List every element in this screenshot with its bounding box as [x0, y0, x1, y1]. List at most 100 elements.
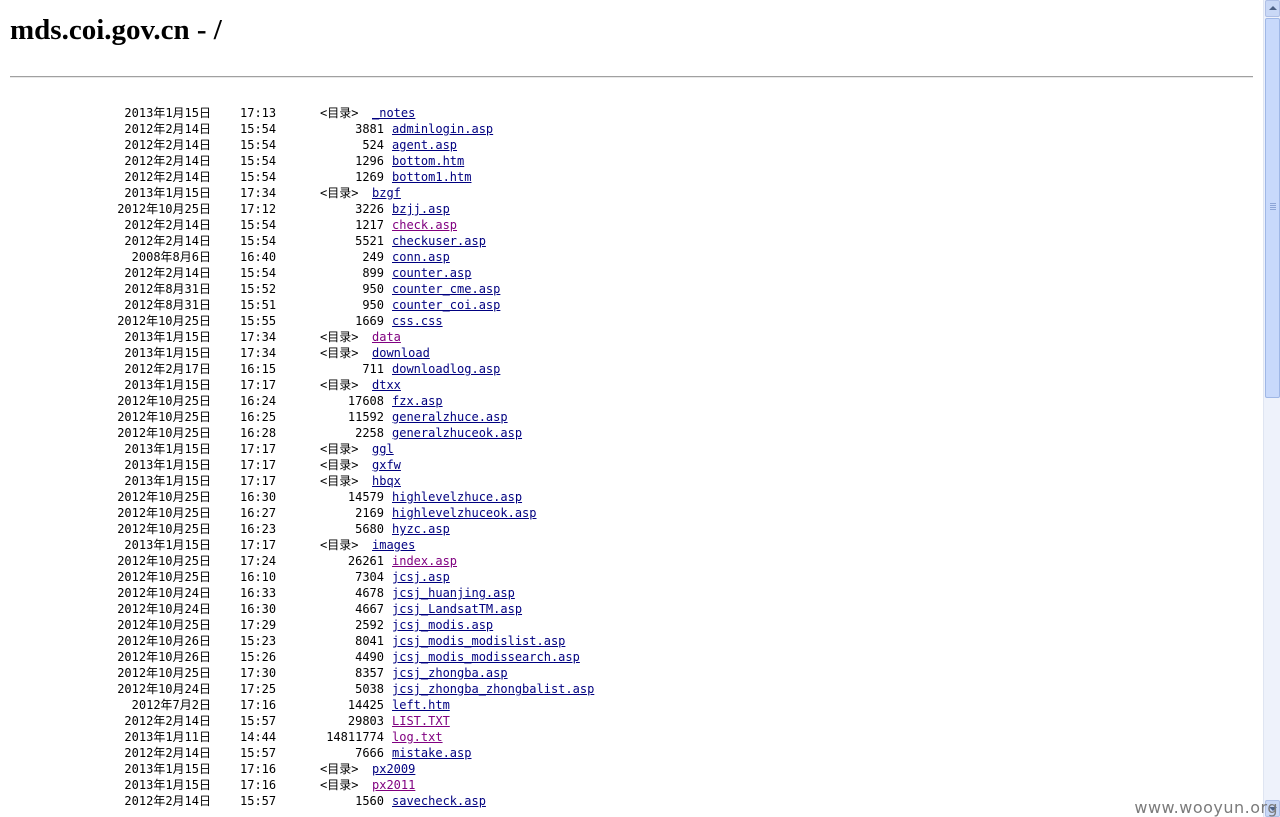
file-link[interactable]: jcsj_modis_modislist.asp: [392, 634, 565, 648]
file-link[interactable]: jcsj_zhongba.asp: [392, 666, 508, 680]
entry-date: 2012年10月25日: [117, 410, 211, 424]
entry-time: 16:28: [240, 426, 277, 440]
entry-name-cell: jcsj_zhongba_zhongbalist.asp: [392, 681, 594, 697]
entry-date: 2012年8月31日: [124, 282, 211, 296]
file-link[interactable]: agent.asp: [392, 138, 457, 152]
listing-row: 2012年10月25日 17:24 26261 index.asp: [0, 553, 1263, 569]
file-link[interactable]: generalzhuceok.asp: [392, 426, 522, 440]
entry-date: 2012年2月14日: [124, 154, 211, 168]
listing-row: 2012年10月26日 15:23 8041 jcsj_modis_modislist…: [0, 633, 1263, 649]
file-link[interactable]: bottom.htm: [392, 154, 464, 168]
file-link[interactable]: downloadlog.asp: [392, 362, 500, 376]
file-link[interactable]: index.asp: [392, 554, 457, 568]
file-link[interactable]: bottom1.htm: [392, 170, 471, 184]
listing-row: 2012年10月25日 17:30 8357 jcsj_zhongba.asp: [0, 665, 1263, 681]
file-link[interactable]: highlevelzhuce.asp: [392, 490, 522, 504]
file-link[interactable]: css.css: [392, 314, 443, 328]
directory-listing: 2013年1月15日 17:13 <目录> _notes 2012年2月14日 15:54…: [0, 105, 1263, 809]
file-link[interactable]: check.asp: [392, 218, 457, 232]
entry-name-cell: jcsj_modis_modissearch.asp: [392, 649, 580, 665]
entry-date: 2013年1月15日: [124, 346, 211, 360]
entry-time: 17:17: [240, 458, 277, 472]
entry-size: 950: [362, 298, 384, 312]
file-link[interactable]: highlevelzhuceok.asp: [392, 506, 537, 520]
file-link[interactable]: jcsj_modis.asp: [392, 618, 493, 632]
file-link[interactable]: checkuser.asp: [392, 234, 486, 248]
vertical-scrollbar[interactable]: [1263, 0, 1280, 817]
file-link[interactable]: counter.asp: [392, 266, 471, 280]
directory-link[interactable]: images: [372, 538, 415, 552]
listing-row: 2012年10月25日 16:23 5680 hyzc.asp: [0, 521, 1263, 537]
file-link[interactable]: adminlogin.asp: [392, 122, 493, 136]
entry-name-cell: jcsj_zhongba.asp: [392, 665, 508, 681]
directory-link[interactable]: hbqx: [372, 474, 401, 488]
entry-name-cell: downloadlog.asp: [392, 361, 500, 377]
entry-date: 2013年1月11日: [124, 730, 211, 744]
directory-link[interactable]: px2009: [372, 762, 415, 776]
entry-name-cell: counter_cme.asp: [392, 281, 500, 297]
directory-tag: <目录>: [320, 330, 359, 344]
file-link[interactable]: bzjj.asp: [392, 202, 450, 216]
listing-row: 2012年8月31日 15:51 950 counter_coi.asp: [0, 297, 1263, 313]
file-link[interactable]: jcsj.asp: [392, 570, 450, 584]
entry-name-cell: counter.asp: [392, 265, 471, 281]
file-link[interactable]: generalzhuce.asp: [392, 410, 508, 424]
listing-row: 2012年8月31日 15:52 950 counter_cme.asp: [0, 281, 1263, 297]
scrollbar-thumb[interactable]: [1265, 18, 1280, 398]
file-link[interactable]: jcsj_modis_modissearch.asp: [392, 650, 580, 664]
directory-link[interactable]: bzgf: [372, 186, 401, 200]
directory-link[interactable]: ggl: [372, 442, 394, 456]
listing-row: 2013年1月15日 17:17 <目录> ggl: [0, 441, 1263, 457]
entry-date: 2012年10月25日: [117, 394, 211, 408]
file-link[interactable]: counter_coi.asp: [392, 298, 500, 312]
watermark: www.wooyun.org: [1134, 798, 1278, 817]
file-link[interactable]: hyzc.asp: [392, 522, 450, 536]
entry-size: 5680: [355, 522, 384, 536]
directory-link[interactable]: gxfw: [372, 458, 401, 472]
entry-time: 17:34: [240, 330, 277, 344]
entry-date: 2012年10月25日: [117, 506, 211, 520]
directory-link[interactable]: px2011: [372, 778, 415, 792]
listing-row: 2012年2月17日 16:15 711 downloadlog.asp: [0, 361, 1263, 377]
listing-row: 2012年10月25日 16:30 14579 highlevelzhuce.asp: [0, 489, 1263, 505]
entry-name-cell: mistake.asp: [392, 745, 471, 761]
file-link[interactable]: jcsj_LandsatTM.asp: [392, 602, 522, 616]
directory-link[interactable]: _notes: [372, 106, 415, 120]
entry-size: 4667: [355, 602, 384, 616]
entry-size: 1296: [355, 154, 384, 168]
entry-name-cell: conn.asp: [392, 249, 450, 265]
file-link[interactable]: left.htm: [392, 698, 450, 712]
directory-tag: <目录>: [320, 346, 359, 360]
file-link[interactable]: counter_cme.asp: [392, 282, 500, 296]
entry-time: 15:54: [240, 122, 277, 136]
entry-size: 14425: [347, 698, 384, 712]
entry-name-cell: bzjj.asp: [392, 201, 450, 217]
directory-link[interactable]: data: [372, 330, 401, 344]
file-link[interactable]: mistake.asp: [392, 746, 471, 760]
listing-row: 2012年2月14日 15:57 1560 savecheck.asp: [0, 793, 1263, 809]
entry-size: 1269: [355, 170, 384, 184]
entry-date: 2012年2月14日: [124, 170, 211, 184]
entry-size: 5038: [355, 682, 384, 696]
file-link[interactable]: fzx.asp: [392, 394, 443, 408]
file-link[interactable]: log.txt: [392, 730, 443, 744]
scroll-up-arrow-icon[interactable]: [1265, 0, 1280, 17]
directory-link[interactable]: dtxx: [372, 378, 401, 392]
entry-time: 16:15: [240, 362, 277, 376]
file-link[interactable]: conn.asp: [392, 250, 450, 264]
directory-link[interactable]: download: [372, 346, 430, 360]
file-link[interactable]: jcsj_huanjing.asp: [392, 586, 515, 600]
listing-row: 2013年1月15日 17:34 <目录> download: [0, 345, 1263, 361]
file-link[interactable]: LIST.TXT: [392, 714, 450, 728]
entry-name-cell: checkuser.asp: [392, 233, 486, 249]
directory-tag: <目录>: [320, 458, 359, 472]
entry-name-cell: jcsj_modis_modislist.asp: [392, 633, 565, 649]
entry-size: 14579: [347, 490, 384, 504]
file-link[interactable]: savecheck.asp: [392, 794, 486, 808]
listing-row: 2012年7月2日 17:16 14425 left.htm: [0, 697, 1263, 713]
listing-row: 2012年10月25日 15:55 1669 css.css: [0, 313, 1263, 329]
entry-date: 2012年10月25日: [117, 522, 211, 536]
file-link[interactable]: jcsj_zhongba_zhongbalist.asp: [392, 682, 594, 696]
entry-date: 2012年2月14日: [124, 218, 211, 232]
entry-name-cell: _notes: [372, 105, 415, 121]
